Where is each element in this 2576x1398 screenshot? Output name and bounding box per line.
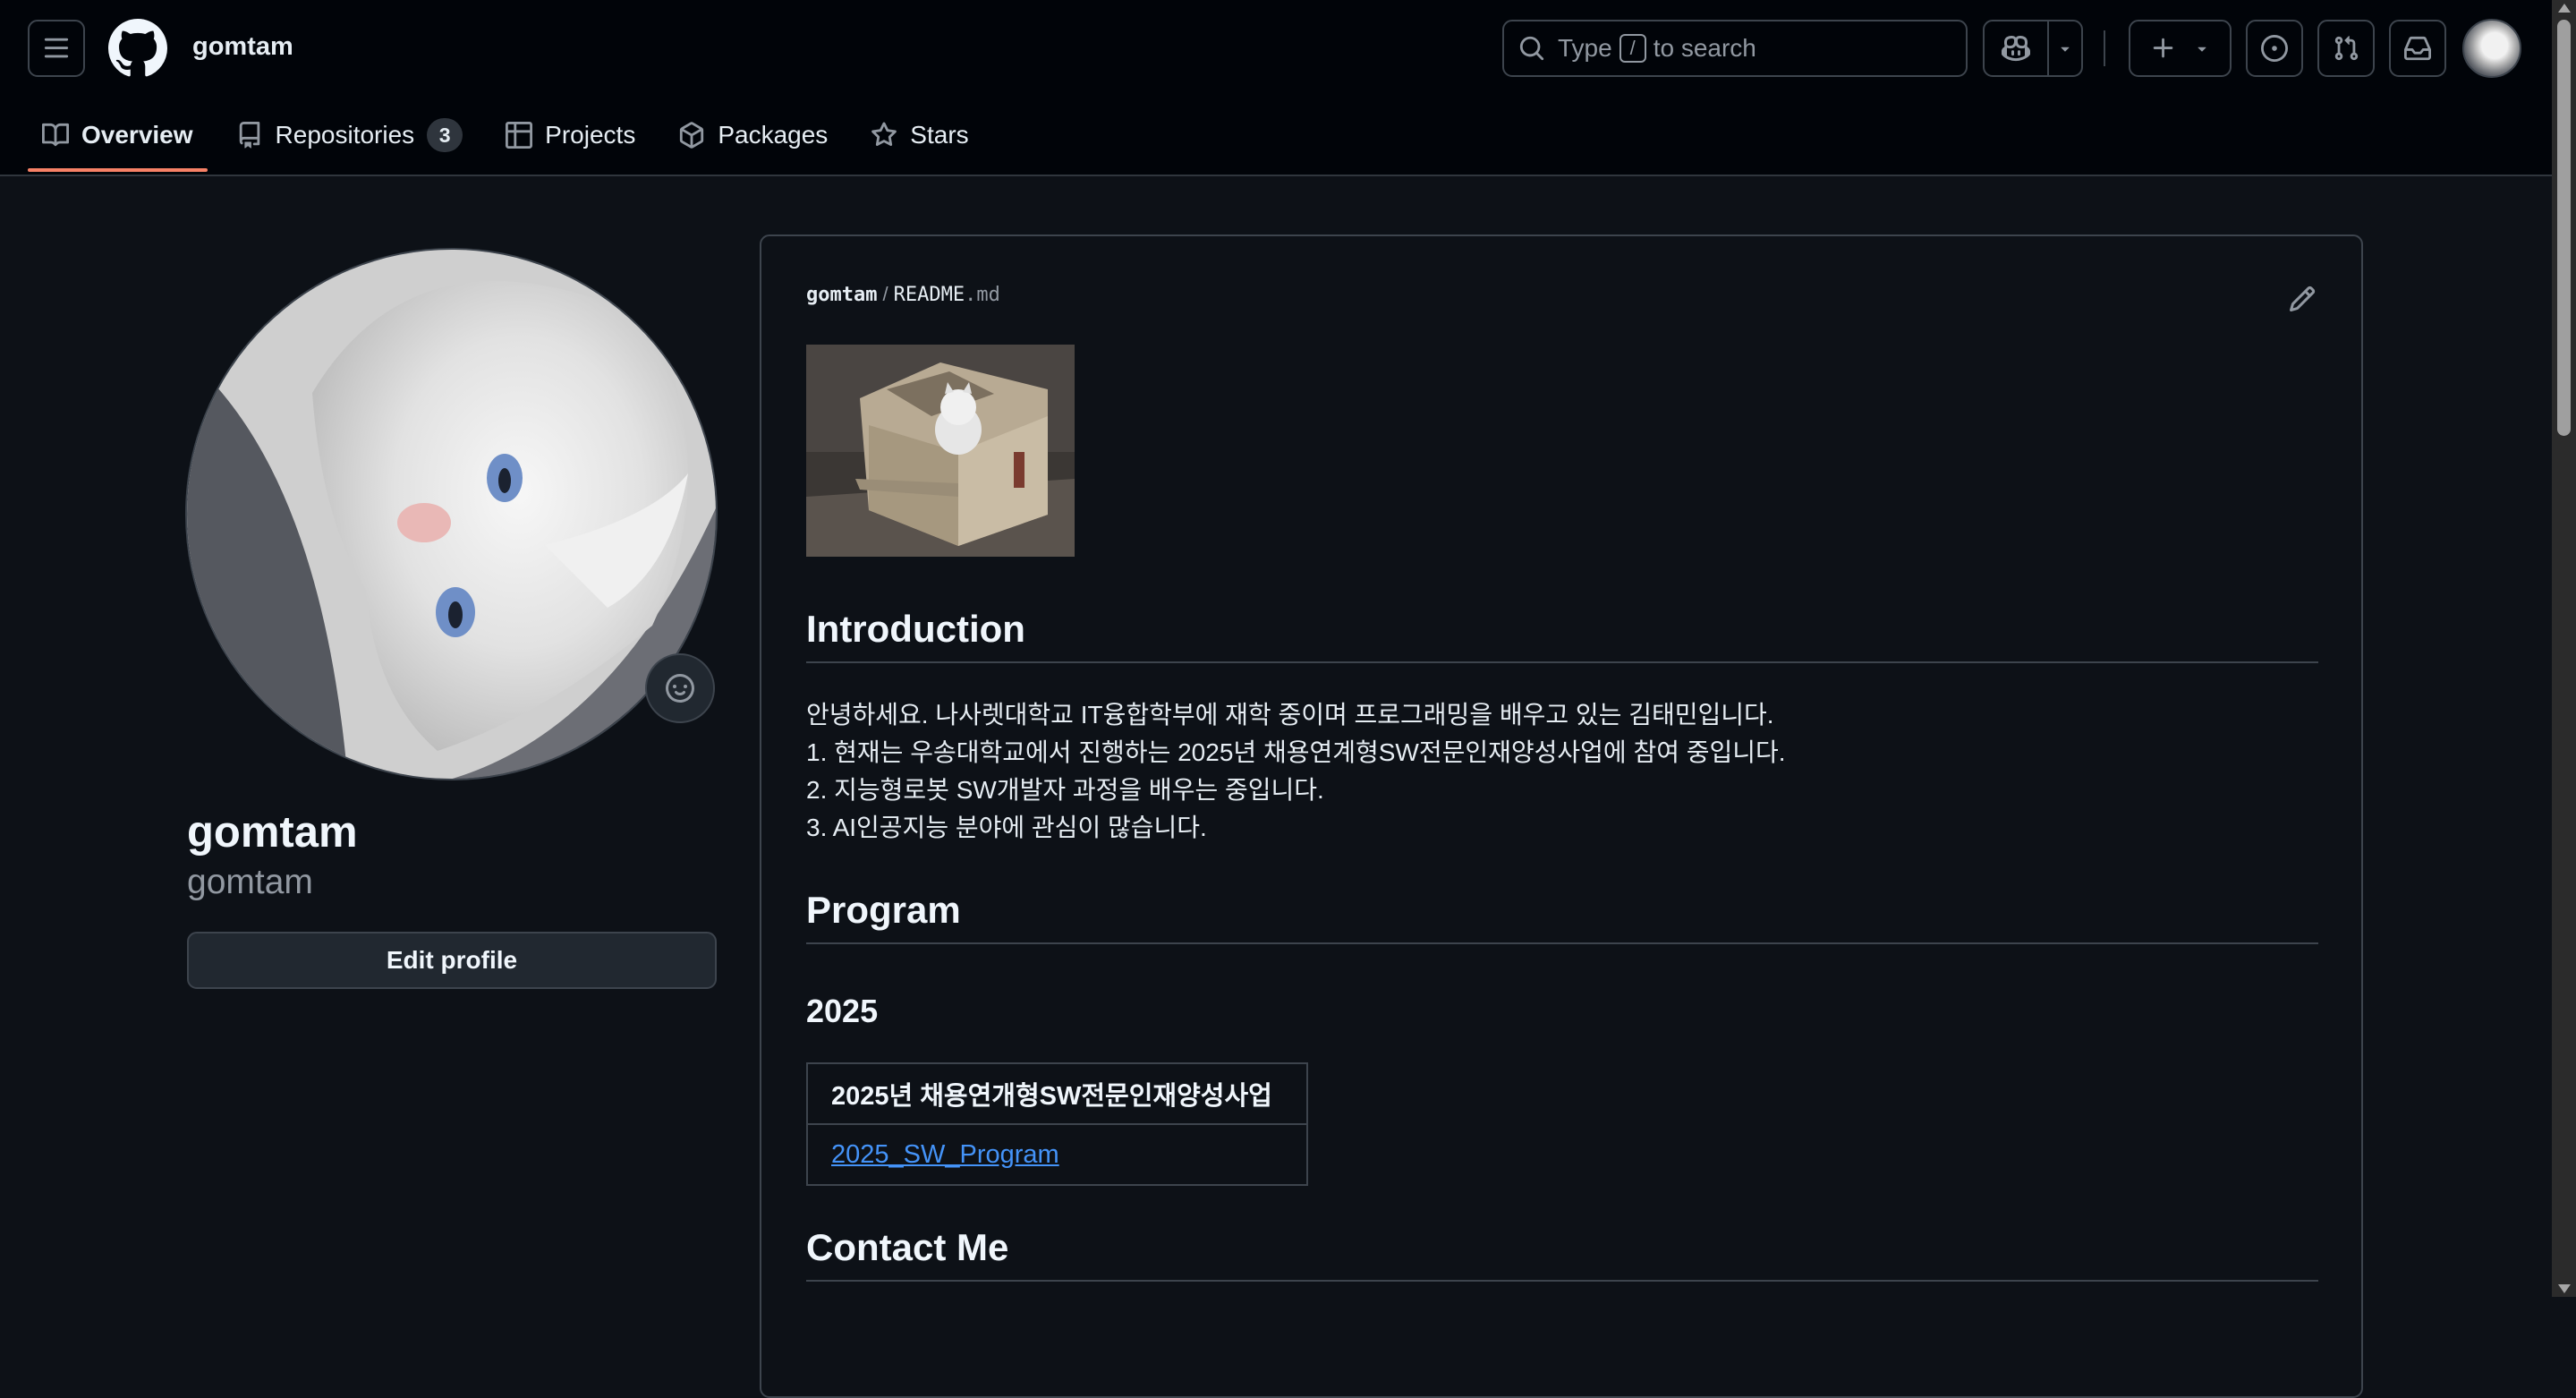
copilot-icon (2002, 35, 2030, 62)
intro-heading-block: Introduction (806, 608, 2318, 663)
intro-heading: Introduction (806, 608, 2318, 663)
smiley-icon (666, 674, 694, 703)
tab-packages[interactable]: Packages (664, 115, 842, 156)
inbox-icon (2404, 36, 2431, 61)
readme-cat-in-box-image (806, 345, 1075, 557)
contact-heading: Contact Me (806, 1226, 2318, 1282)
pull-request-icon (2334, 36, 2359, 61)
copilot-dropdown-button[interactable] (2049, 21, 2081, 75)
intro-paragraph: 안녕하세요. 나사렛대학교 IT융합학부에 재학 중이며 프로그래밍을 배우고 … (806, 696, 2318, 847)
search-input[interactable]: Type / to search (1502, 20, 1968, 77)
search-placeholder-suffix: to search (1653, 34, 1756, 62)
tab-stars[interactable]: Stars (856, 115, 982, 156)
table-icon (506, 122, 533, 149)
intro-line: 안녕하세요. 나사렛대학교 IT융합학부에 재학 중이며 프로그래밍을 배우고 … (806, 701, 1774, 729)
hamburger-icon (44, 38, 69, 58)
pull-requests-button[interactable] (2317, 20, 2375, 77)
profile-name: gomtam (187, 808, 358, 857)
program-table: 2025년 채용연개형SW전문인재양성사업 2025_SW_Program (806, 1062, 1308, 1186)
set-status-button[interactable] (645, 653, 715, 723)
search-placeholder: Type / to search (1558, 34, 1756, 63)
profile-avatar[interactable] (185, 248, 718, 780)
copilot-button-group (1983, 20, 2083, 77)
readme-owner-link[interactable]: gomtam (806, 284, 877, 306)
github-logo-icon[interactable] (108, 19, 167, 78)
header-divider (2104, 30, 2105, 66)
search-icon (1519, 36, 1544, 61)
create-new-button[interactable] (2129, 20, 2232, 77)
program-heading: Program (806, 889, 2318, 944)
readme-file-ext: .md (965, 284, 1000, 306)
tab-projects-label: Projects (545, 121, 636, 149)
program-heading-block: Program (806, 889, 2318, 944)
intro-line: 2. 지능형로봇 SW개발자 과정을 배우는 중입니다. (806, 776, 1324, 804)
tab-projects[interactable]: Projects (491, 115, 650, 156)
tab-repositories-label: Repositories (275, 121, 415, 149)
intro-line: 3. AI인공지능 분야에 관심이 많습니다. (806, 814, 1207, 841)
year-heading-block: 2025 (806, 993, 2318, 1030)
pencil-icon (2289, 286, 2316, 312)
edit-readme-button[interactable] (2288, 285, 2320, 317)
page-scrollbar[interactable] (2552, 0, 2576, 1297)
scroll-up-arrow-icon[interactable] (2558, 4, 2571, 13)
profile-readme: gomtam / README.md Introduction 안녕하세요. 나사렛… (760, 234, 2363, 1398)
open-menu-button[interactable] (28, 20, 85, 77)
chevron-down-icon (2061, 47, 2070, 52)
readme-path-separator: / (882, 283, 888, 305)
program-table-cell: 2025_SW_Program (806, 1123, 1308, 1186)
profile-login: gomtam (187, 863, 313, 901)
issue-icon (2261, 35, 2288, 62)
year-heading: 2025 (806, 993, 879, 1029)
scroll-thumb[interactable] (2557, 20, 2571, 436)
issues-button[interactable] (2246, 20, 2303, 77)
tab-repositories[interactable]: Repositories 3 (222, 115, 478, 156)
copilot-button[interactable] (1985, 21, 2049, 75)
star-icon (871, 122, 897, 147)
intro-line: 1. 현재는 우송대학교에서 진행하는 2025년 채용연계형SW전문인재양성사… (806, 738, 1786, 766)
tab-overview-label: Overview (81, 121, 193, 149)
program-table-header: 2025년 채용연개형SW전문인재양성사업 (806, 1062, 1308, 1125)
user-context-link[interactable]: gomtam (192, 32, 293, 62)
book-icon (42, 123, 69, 147)
scroll-down-arrow-icon[interactable] (2558, 1284, 2571, 1293)
user-avatar-menu[interactable] (2462, 19, 2521, 78)
profile-tabs: Overview Repositories 3 Projects Package… (28, 115, 998, 176)
program-link[interactable]: 2025_SW_Program (831, 1140, 1059, 1169)
repositories-count-badge: 3 (427, 118, 463, 152)
search-shortcut-key: / (1619, 34, 1646, 63)
repo-icon (239, 122, 259, 149)
readme-file-base[interactable]: README (894, 284, 965, 306)
readme-path: gomtam / README.md (806, 283, 1000, 306)
plus-icon (2153, 38, 2172, 58)
edit-profile-button[interactable]: Edit profile (187, 932, 717, 989)
global-header: gomtam Type / to search Overview Reposit… (0, 0, 2552, 176)
package-icon (680, 122, 704, 149)
inbox-button[interactable] (2389, 20, 2446, 77)
contact-heading-block: Contact Me (806, 1226, 2318, 1282)
search-placeholder-prefix: Type (1558, 34, 1612, 62)
tab-stars-label: Stars (910, 121, 969, 149)
tab-overview[interactable]: Overview (28, 115, 208, 172)
tab-packages-label: Packages (718, 121, 829, 149)
chevron-down-icon (2197, 47, 2206, 52)
